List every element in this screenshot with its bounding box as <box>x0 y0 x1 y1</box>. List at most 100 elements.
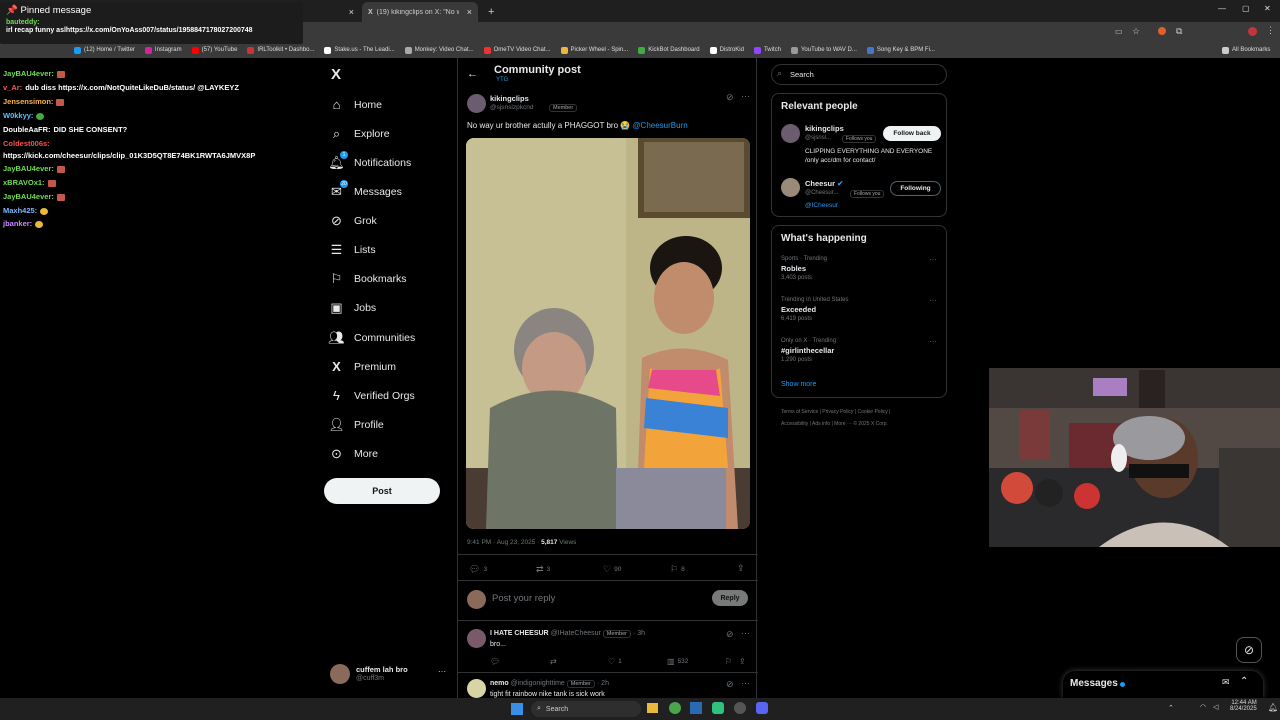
new-tab-button[interactable]: + <box>482 2 500 22</box>
menu-kebab-icon[interactable]: ⋮ <box>1266 25 1275 36</box>
follow-back-button[interactable]: Follow back <box>883 126 941 141</box>
notification-bell-icon[interactable]: 🔔︎ <box>1268 703 1278 712</box>
search-input[interactable]: Search <box>790 70 814 79</box>
share-icon[interactable]: ⇪ <box>737 563 745 574</box>
x-logo-icon[interactable]: X <box>331 66 341 83</box>
bookmark-item[interactable]: Twitch <box>753 46 781 54</box>
more-icon[interactable]: ··· <box>929 255 937 264</box>
views-action[interactable]: ▥ 532 <box>667 657 688 666</box>
person-bio-link[interactable]: @ICheesur <box>805 202 838 209</box>
nav-jobs[interactable]: ▣ Jobs <box>329 300 376 315</box>
nav-more[interactable]: ⊙ More <box>329 446 378 461</box>
maximize-icon[interactable]: ▢ <box>1242 4 1250 13</box>
avatar[interactable] <box>467 679 486 698</box>
share-icon[interactable]: ⇪ <box>739 657 746 666</box>
bookmark-item[interactable]: DistroKid <box>709 46 744 54</box>
grok-icon[interactable]: ⊘ <box>726 629 734 640</box>
back-arrow-icon[interactable]: ← <box>467 68 478 80</box>
more-icon[interactable]: ··· <box>741 628 750 638</box>
search-box[interactable]: ⌕ Search <box>771 64 947 85</box>
post-author[interactable]: kikingclips <box>490 94 529 103</box>
bookmark-action[interactable]: ⚐ 8 <box>670 564 685 575</box>
grok-icon[interactable]: ⊘ <box>726 679 734 690</box>
clock[interactable]: 12:44 AM 8/24/2025 <box>1230 700 1257 712</box>
bookmark-action[interactable]: ⚐ <box>725 657 732 666</box>
nav-grok[interactable]: ⊘ Grok <box>329 213 377 228</box>
mention-link[interactable]: @CheesurBurn <box>632 121 687 130</box>
bookmark-item[interactable]: Song Key & BPM Fi... <box>866 46 935 54</box>
expand-icon[interactable]: ⌃ <box>1240 676 1248 687</box>
repost-action[interactable]: ⇄ <box>550 657 557 666</box>
more-icon[interactable]: ··· <box>741 678 750 688</box>
discord-icon[interactable] <box>756 702 768 714</box>
footer-links[interactable]: Terms of Service | Privacy Policy | Cook… <box>781 409 890 415</box>
obs-icon[interactable] <box>734 702 746 714</box>
avatar[interactable] <box>781 178 800 197</box>
nav-lists[interactable]: ☰ Lists <box>329 242 376 257</box>
post-button[interactable]: Post <box>324 478 440 504</box>
nav-messages[interactable]: ✉ 20 Messages <box>329 180 402 199</box>
compose-message-icon[interactable]: ✉ <box>1222 677 1230 688</box>
trend-item[interactable]: Sports · Trending Robles 3,403 posts <box>781 256 827 281</box>
person-name[interactable]: Cheesur ✔ <box>805 179 843 188</box>
puzzle-icon[interactable]: ⧉ <box>1176 26 1182 37</box>
community-name[interactable]: YTG <box>496 77 508 83</box>
nav-verified-orgs[interactable]: ϟ Verified Orgs <box>329 388 415 403</box>
close-window-icon[interactable]: ✕ <box>1264 4 1271 13</box>
post-handle[interactable]: @sjsnslzpkcnd <box>490 104 533 111</box>
taskbar-search[interactable]: ⌕ Search <box>531 701 641 717</box>
chrome-icon[interactable] <box>669 702 681 714</box>
nav-premium[interactable]: X Premium <box>329 359 396 374</box>
reply-action[interactable]: 💬︎ <box>490 657 500 666</box>
grok-floating-icon[interactable]: ⊘ <box>1236 637 1262 663</box>
show-more-link[interactable]: Show more <box>781 381 816 388</box>
nav-notifications[interactable]: 🔔︎ 1 Notifications <box>328 151 411 170</box>
cast-icon[interactable]: ▭ <box>1115 27 1123 36</box>
avatar[interactable] <box>781 124 800 143</box>
nav-communities[interactable]: 👥︎ Communities <box>328 330 415 345</box>
more-icon[interactable]: ··· <box>929 337 937 346</box>
reply-button[interactable]: Reply <box>712 590 748 606</box>
like-action[interactable]: ♡ 1 <box>608 657 622 666</box>
more-icon[interactable]: ··· <box>438 667 446 676</box>
avatar[interactable] <box>467 94 486 113</box>
windows-start-icon[interactable] <box>511 703 523 715</box>
bookmark-item[interactable]: Monkey: Video Chat... <box>404 46 474 54</box>
account-switcher[interactable]: cuffem lah bro @cuff3m ··· <box>330 664 450 686</box>
repost-action[interactable]: ⇄ 3 <box>536 564 550 575</box>
trend-item[interactable]: Only on X · Trending #girlinthecellar 1,29… <box>781 338 836 363</box>
post-image[interactable] <box>466 138 750 529</box>
like-action[interactable]: ♡ 90 <box>603 564 621 575</box>
messages-drawer[interactable]: Messages ✉ ⌃ <box>1063 671 1263 698</box>
volume-icon[interactable]: ◁ <box>1213 703 1218 711</box>
trend-item[interactable]: Trending in United States Exceeded 6,419 p… <box>781 297 848 322</box>
bookmark-item[interactable]: Stake.us - The Leadi... <box>324 46 395 54</box>
file-explorer-icon[interactable] <box>647 703 658 713</box>
app-icon[interactable] <box>712 702 724 714</box>
nav-home[interactable]: ⌂ Home <box>329 97 382 112</box>
grok-icon[interactable]: ⊘ <box>726 92 734 103</box>
bookmark-item[interactable]: KickBot Dashboard <box>638 46 700 54</box>
star-icon[interactable]: ☆ <box>1132 26 1140 37</box>
bookmark-item[interactable]: YouTube to WAV D... <box>790 46 857 54</box>
close-tab-icon[interactable]: × <box>467 7 472 17</box>
more-icon[interactable]: ··· <box>929 296 937 305</box>
more-icon[interactable]: ··· <box>741 91 750 101</box>
browser-tab-active[interactable]: X (19) kikingclips on X: "No way u... × <box>362 2 478 22</box>
close-tab-icon[interactable]: × <box>349 7 354 17</box>
wifi-icon[interactable]: ◠ <box>1200 703 1206 711</box>
all-bookmarks[interactable]: All Bookmarks <box>1222 46 1270 54</box>
avatar[interactable] <box>467 629 486 648</box>
nav-explore[interactable]: ⌕ Explore <box>329 126 390 141</box>
reply-action[interactable]: 💬︎ 3 <box>469 564 487 575</box>
extension-icon[interactable] <box>1158 27 1166 35</box>
footer-links[interactable]: Accessibility | Ads info | More ··· © 20… <box>781 421 888 427</box>
steam-icon[interactable] <box>690 702 702 714</box>
following-button[interactable]: Following <box>890 181 941 196</box>
bookmark-item[interactable]: Picker Wheel - Spin... <box>560 46 628 54</box>
person-name[interactable]: kikingclips <box>805 124 844 133</box>
nav-profile[interactable]: 👤︎ Profile <box>328 417 384 432</box>
tray-chevron-icon[interactable]: ⌃ <box>1168 704 1174 712</box>
nav-bookmarks[interactable]: ⚐ Bookmarks <box>329 271 407 286</box>
reply-input[interactable]: Post your reply <box>492 593 555 604</box>
